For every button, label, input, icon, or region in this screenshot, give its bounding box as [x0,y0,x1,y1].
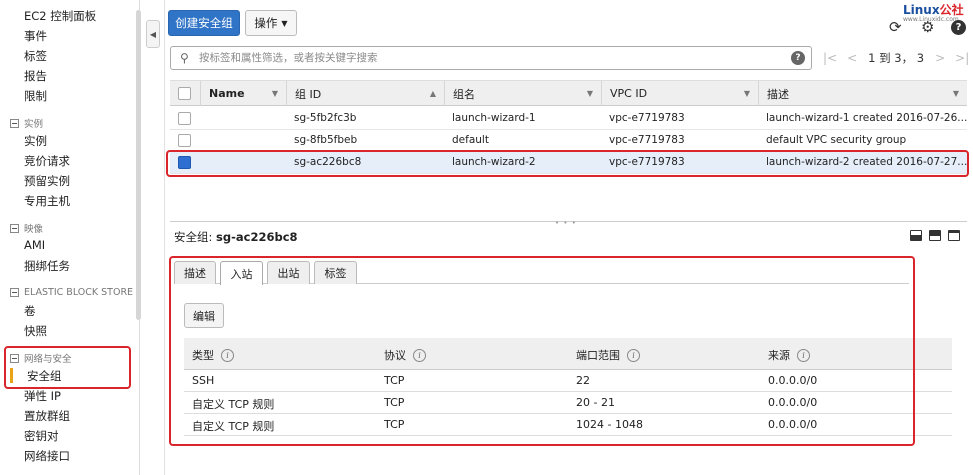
cell-group-name: launch-wizard-1 [452,112,536,124]
help-icon[interactable]: ? [951,20,966,35]
table-row[interactable]: sg-8fb5fbeb default vpc-e7719783 default… [170,130,967,152]
sort-asc-icon: ▲ [429,89,436,98]
sidebar: EC2 控制面板 事件 标签 报告 限制 实例 实例 竞价请求 预留实例 专用主… [0,0,141,475]
cell-vpc-id: vpc-e7719783 [609,112,685,124]
logo-accent: 公社 [939,3,964,17]
search-icon: ⚲ [180,51,189,65]
sidebar-section-label: ELASTIC BLOCK STORE [24,287,134,298]
collapse-icon [10,288,19,297]
sidebar-item-limits[interactable]: 限制 [24,88,47,104]
table-header: Name ▼ 组 ID ▲ 组名 ▼ VPC ID ▼ 描述 ▼ [170,80,967,106]
page-range-text: 1 到 3， 3 [868,51,925,65]
cell-description: launch-wizard-1 created 2016-07-26... [766,112,968,124]
sidebar-item-ec2-dashboard[interactable]: EC2 控制面板 [24,8,96,24]
detail-title-value: sg-ac226bc8 [216,230,298,244]
column-header-label: 描述 [767,87,789,101]
sidebar-item-snapshots[interactable]: 快照 [24,323,47,339]
sidebar-section-label: 实例 [24,119,44,130]
chevron-down-icon: ▼ [281,18,288,28]
sidebar-item-volumes[interactable]: 卷 [24,303,36,319]
main-divider [164,0,165,475]
filter-search-box[interactable]: ⚲ ? [170,46,812,70]
table-row[interactable]: sg-5fb2fc3b launch-wizard-1 vpc-e7719783… [170,108,967,130]
sidebar-item-reports[interactable]: 报告 [24,68,47,84]
sidebar-item-tags[interactable]: 标签 [24,48,47,64]
sidebar-item-elastic-ips[interactable]: 弹性 IP [24,388,61,404]
pagination: |< < 1 到 3， 3 > >| [818,50,973,66]
row-checkbox[interactable] [178,134,191,147]
sidebar-item-bundle-tasks[interactable]: 捆绑任务 [24,258,70,274]
refresh-icon[interactable]: ⟳ [889,20,902,35]
splitter-grip-icon[interactable]: • • • [555,219,577,227]
column-header-group-id[interactable]: 组 ID ▲ [286,81,444,106]
sidebar-section-images[interactable]: 映像 [10,221,43,235]
first-page-icon[interactable]: |< [823,51,837,65]
sidebar-item-placement-groups[interactable]: 置放群组 [24,408,70,424]
column-header-label: 组 ID [295,87,322,101]
prev-page-icon[interactable]: < [847,51,857,65]
actions-label: 操作 [254,16,278,30]
column-header-group-name[interactable]: 组名 ▼ [444,81,601,106]
cell-group-id: sg-8fb5fbeb [294,134,358,146]
logo-text: Linux [903,3,940,17]
sort-icon: ▼ [271,89,278,98]
column-header-description[interactable]: 描述 ▼ [758,81,967,106]
column-header-label: VPC ID [610,87,648,100]
highlight-box-inbound-rules [169,256,915,446]
column-header-label: Name [209,87,245,100]
sidebar-item-instances[interactable]: 实例 [24,133,47,149]
sidebar-item-spot-requests[interactable]: 竞价请求 [24,153,70,169]
gear-icon[interactable]: ⚙ [921,20,934,35]
cell-vpc-id: vpc-e7719783 [609,134,685,146]
sidebar-item-events[interactable]: 事件 [24,28,47,44]
row-checkbox[interactable] [178,112,191,125]
cell-group-name: default [452,134,489,146]
actions-dropdown[interactable]: 操作 ▼ [245,10,297,36]
collapse-icon [10,118,19,128]
next-page-icon[interactable]: > [935,51,945,65]
create-security-group-button[interactable]: 创建安全组 [168,10,240,36]
sidebar-item-ami[interactable]: AMI [24,238,45,252]
sidebar-item-key-pairs[interactable]: 密钥对 [24,428,59,444]
sidebar-section-instances[interactable]: 实例 [10,116,43,130]
last-page-icon[interactable]: >| [955,51,969,65]
column-header-vpc-id[interactable]: VPC ID ▼ [601,81,758,106]
sidebar-scrollbar[interactable] [136,10,141,320]
sort-icon: ▼ [743,89,750,98]
cell-description: default VPC security group [766,134,907,146]
detail-title-prefix: 安全组: [174,230,213,244]
detail-title: 安全组: sg-ac226bc8 [174,229,298,245]
sort-icon: ▼ [586,89,593,98]
collapse-sidebar-button[interactable]: ◀ [146,20,160,48]
search-help-icon[interactable]: ? [791,51,805,65]
sidebar-item-reserved-instances[interactable]: 预留实例 [24,173,70,189]
search-input[interactable] [199,50,779,66]
select-all-cell [170,81,200,106]
sidebar-section-label: 映像 [24,224,44,235]
sidebar-item-dedicated-hosts[interactable]: 专用主机 [24,193,70,209]
sidebar-item-network-interfaces[interactable]: 网络接口 [24,448,70,464]
column-header-label: 组名 [453,87,475,101]
layout-top-icon[interactable] [929,230,941,241]
layout-full-icon[interactable] [948,230,960,241]
sort-icon: ▼ [952,89,959,98]
sidebar-section-ebs[interactable]: ELASTIC BLOCK STORE [10,287,133,298]
highlight-box-sidebar [4,346,131,389]
layout-bottom-icon[interactable] [910,230,922,241]
column-header-name[interactable]: Name ▼ [200,81,286,106]
collapse-icon [10,223,19,233]
cell-group-id: sg-5fb2fc3b [294,112,357,124]
select-all-checkbox[interactable] [178,87,191,100]
highlight-box-selected-row [166,150,969,177]
